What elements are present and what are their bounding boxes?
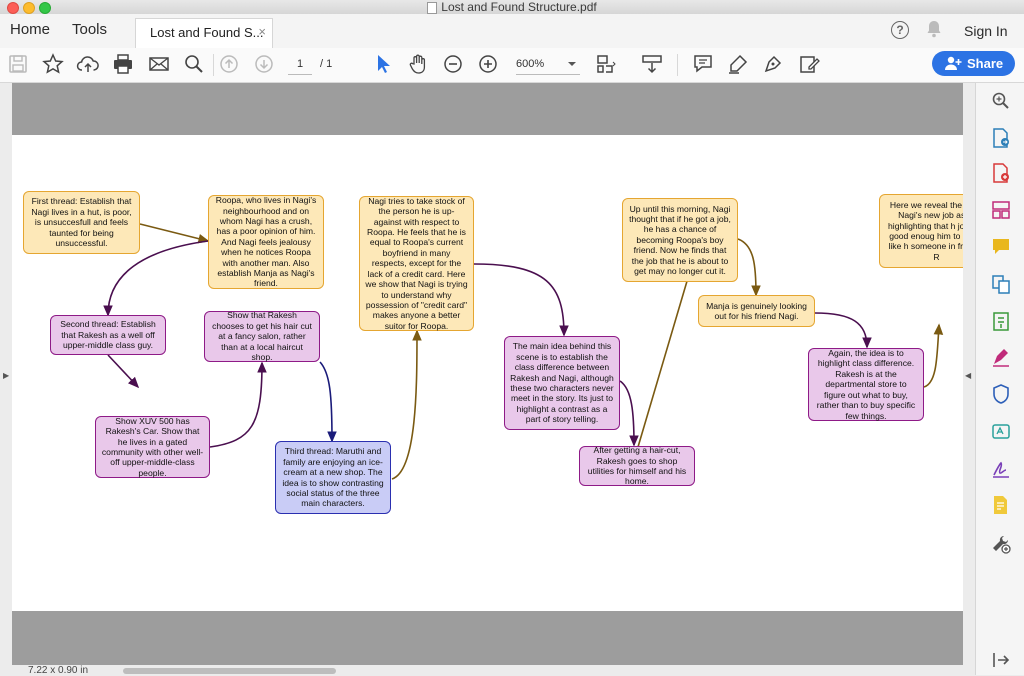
document-viewport[interactable]: First thread: Establish that Nagi lives … (12, 83, 963, 665)
tab-document[interactable]: Lost and Found S... × (135, 18, 273, 49)
next-page-icon[interactable] (252, 52, 276, 76)
request-sign-icon[interactable] (990, 457, 1012, 479)
zoom-in-icon[interactable] (476, 52, 500, 76)
diagram-node: Up until this morning, Nagi thought that… (622, 198, 738, 282)
page-fit-icon[interactable] (594, 52, 618, 76)
tools-sidebar (975, 83, 1024, 675)
bell-icon[interactable] (926, 20, 942, 43)
sign-in-link[interactable]: Sign In (964, 23, 1008, 39)
title-bar: Lost and Found Structure.pdf (0, 0, 1024, 15)
edit-icon[interactable] (797, 52, 821, 76)
toolbar-separator (677, 54, 678, 76)
select-cursor-icon[interactable] (371, 52, 395, 76)
comment-sidebar-icon[interactable] (990, 236, 1012, 258)
user-add-icon (945, 56, 962, 70)
zoom-select[interactable]: 600% (516, 54, 580, 75)
share-label: Share (967, 56, 1004, 71)
diagram-node: The main idea behind this scene is to es… (504, 336, 620, 430)
window-title: Lost and Found Structure.pdf (0, 0, 1024, 14)
zoom-out-icon[interactable] (441, 52, 465, 76)
scroll-mode-icon[interactable] (640, 52, 664, 76)
edge-n8-n9 (619, 380, 639, 447)
organize-pages-icon[interactable] (990, 199, 1012, 221)
window-title-text: Lost and Found Structure.pdf (441, 0, 597, 14)
edge-n6-n7 (391, 329, 422, 480)
tab-bar: Home Tools Lost and Found S... × (0, 14, 1024, 49)
comment-icon[interactable] (691, 52, 715, 76)
edge-n10-n11 (737, 238, 761, 297)
edge-n12-n13 (923, 323, 944, 388)
edge-n1-n2 (139, 223, 210, 244)
tab-home[interactable]: Home (10, 14, 50, 48)
protect-icon[interactable] (990, 383, 1012, 405)
diagram-node: Here we reveal the sp of Nagi's new job … (879, 194, 963, 268)
pdf-page: First thread: Establish that Nagi lives … (12, 135, 963, 611)
expand-panel-icon[interactable] (990, 649, 1012, 671)
page-total: / 1 (320, 58, 333, 70)
more-tools-icon[interactable] (990, 533, 1012, 555)
share-button[interactable]: Share (932, 51, 1015, 76)
diagram-node: Roopa, who lives in Nagi's neighbourhood… (208, 195, 324, 289)
print-icon[interactable] (111, 52, 135, 76)
edge-n5-n6 (319, 361, 337, 443)
send-review-icon[interactable] (990, 494, 1012, 516)
diagram-node: First thread: Establish that Nagi lives … (23, 191, 140, 254)
help-icon[interactable]: ? (891, 21, 909, 39)
export-pdf-icon[interactable] (990, 127, 1012, 149)
diagram-node: Show that Rakesh chooses to get his hair… (204, 310, 320, 362)
search-sidebar-icon[interactable] (990, 90, 1012, 112)
page-number-input[interactable]: 1 (288, 54, 312, 75)
edit-pdf-icon[interactable] (990, 420, 1012, 442)
expand-left-panel-icon[interactable]: ▶ (3, 371, 9, 380)
edge-n11-n12 (814, 312, 872, 349)
combine-icon[interactable] (990, 273, 1012, 295)
compress-icon[interactable] (990, 310, 1012, 332)
diagram-node: Third thread: Maruthi and family are enj… (275, 441, 391, 514)
create-pdf-icon[interactable] (990, 162, 1012, 184)
edge-n3-n4 (107, 354, 140, 389)
chevron-down-icon (568, 62, 576, 66)
toolbar-separator (213, 54, 214, 76)
diagram-node: Nagi tries to take stock of the person h… (359, 196, 474, 331)
diagram-node: Manja is genuinely looking out for his f… (698, 295, 815, 327)
pdf-file-icon (427, 1, 438, 14)
edge-n9-n10 (637, 269, 692, 448)
horizontal-scrollbar[interactable] (123, 668, 336, 674)
tab-document-label: Lost and Found S... (150, 25, 264, 40)
diagram-node: After getting a hair-cut, Rakesh goes to… (579, 445, 695, 486)
upload-icon[interactable] (76, 52, 100, 76)
close-tab-icon[interactable]: × (258, 24, 266, 39)
sign-icon[interactable] (761, 52, 785, 76)
zoom-value: 600% (516, 58, 545, 70)
fill-sign-icon[interactable] (990, 346, 1012, 368)
save-icon[interactable] (6, 52, 30, 76)
search-zoom-icon[interactable] (182, 52, 206, 76)
edge-n4-n5 (209, 361, 267, 448)
mail-icon[interactable] (147, 52, 171, 76)
diagram-node: Second thread: Establish that Rakesh as … (50, 315, 166, 355)
edge-n7-n8 (473, 263, 569, 337)
right-panel-gutter[interactable]: ◀ (963, 83, 975, 665)
hand-icon[interactable] (406, 52, 430, 76)
collapse-right-panel-icon[interactable]: ◀ (965, 371, 971, 380)
page-dimensions: 7.22 x 0.90 in (28, 665, 89, 676)
highlight-icon[interactable] (726, 52, 750, 76)
left-panel-gutter[interactable]: ▶ (0, 83, 12, 665)
diagram-node: Again, the idea is to highlight class di… (808, 348, 924, 421)
diagram-node: Show XUV 500 has Rakesh's Car. Show that… (95, 416, 210, 478)
tab-tools[interactable]: Tools (72, 14, 107, 48)
star-icon[interactable] (41, 52, 65, 76)
prev-page-icon[interactable] (217, 52, 241, 76)
